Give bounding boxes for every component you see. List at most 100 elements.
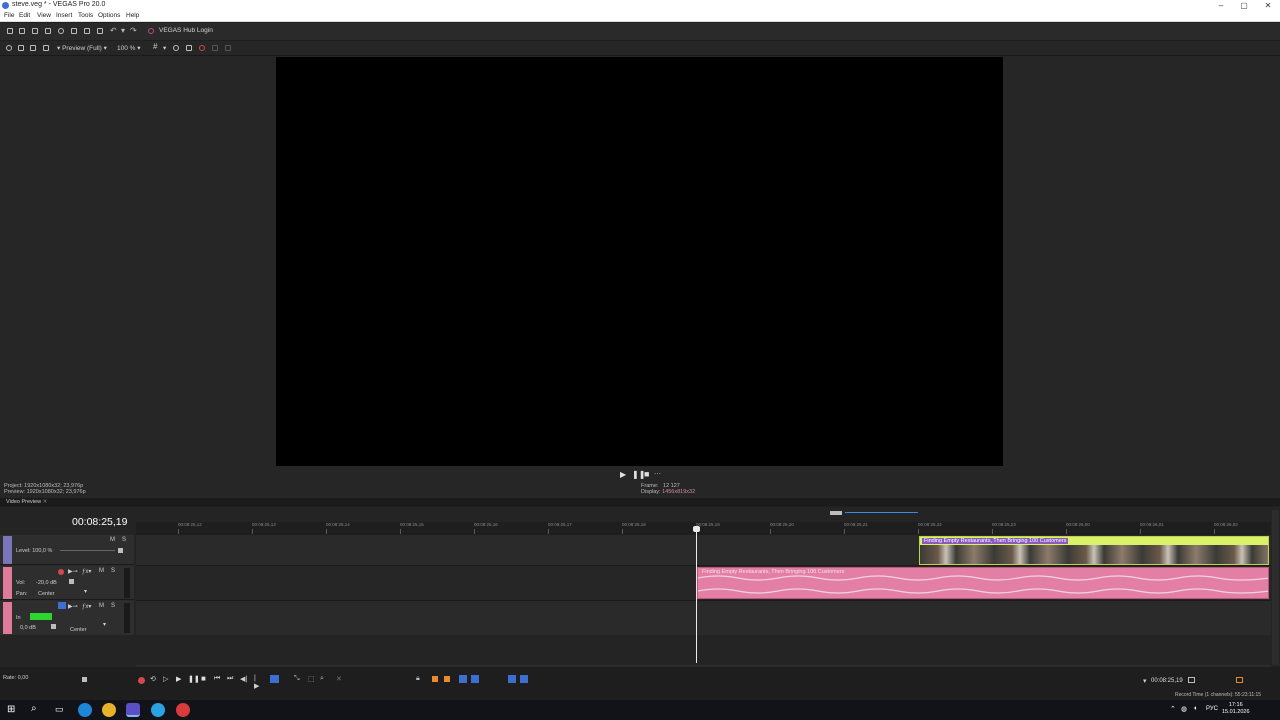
preview-quality-dropdown[interactable]: ▾ Preview (Full) ▾ [57, 44, 107, 52]
zoom-handle[interactable] [830, 511, 842, 515]
telegram-icon[interactable] [151, 703, 165, 717]
audio-track-header[interactable]: ▶⊸ ƒx▾ M S Vol: -20,0 dB Pan: Center ▾ [0, 566, 134, 600]
tab-video-preview[interactable]: Video Preview ✕ [6, 499, 47, 505]
playhead-cursor[interactable] [696, 527, 697, 663]
volume-icon[interactable]: ◖ [1193, 705, 1197, 712]
input-fx-icon[interactable]: ▶⊸ [68, 603, 78, 610]
record-icon[interactable] [199, 45, 205, 51]
trim-icon[interactable] [71, 28, 77, 34]
fx-dropdown-icon[interactable]: ƒx▾ [82, 568, 91, 575]
menu-tools[interactable]: Tools [78, 12, 93, 19]
tray-chevron-icon[interactable]: ⌃ [1170, 705, 1176, 713]
loop-region-bar[interactable] [845, 512, 918, 513]
input-language[interactable]: РУС [1206, 706, 1218, 712]
video-solo-button[interactable]: S [122, 537, 126, 543]
selection-length-icon[interactable] [1188, 677, 1195, 683]
minimize-button[interactable]: – [1209, 0, 1233, 11]
play-button[interactable]: ▶ [176, 675, 181, 683]
windows-start-icon[interactable]: ⊞ [7, 704, 15, 715]
lock-envelopes-icon[interactable] [520, 675, 528, 683]
render-icon[interactable] [45, 28, 51, 34]
video-mute-button[interactable]: M [110, 537, 115, 543]
copy-icon[interactable] [84, 28, 90, 34]
video-preview-settings-icon[interactable] [6, 45, 12, 51]
edge-icon[interactable] [78, 703, 92, 717]
video-fx-icon[interactable] [30, 45, 36, 51]
input-track-header[interactable]: In ▶⊸ ƒx▾ M S 0,0 dB Center ▾ [0, 601, 134, 635]
previous-frame-icon[interactable]: ◀| [240, 675, 247, 683]
input-monitor-icon[interactable] [58, 602, 66, 609]
preview-zoom-dropdown[interactable]: 100 % ▾ [117, 44, 141, 52]
overlays-dropdown-icon[interactable]: ▾ [163, 44, 166, 52]
save-icon[interactable] [32, 28, 38, 34]
save-snapshot-icon[interactable] [186, 45, 192, 51]
input-mute-button[interactable]: M [99, 603, 104, 609]
input-track-lane[interactable] [136, 601, 1271, 635]
redo-icon[interactable]: ▾ [121, 26, 125, 35]
play-from-start-icon[interactable]: ▷ [163, 675, 168, 683]
time-ruler[interactable]: 00:08:25,12 00:08:25,13 00:08:25,14 00:0… [136, 522, 1271, 536]
tab-close-icon[interactable]: ✕ [43, 499, 48, 505]
preview-stop-icon[interactable]: ■ [644, 469, 649, 479]
video-level-slider[interactable] [60, 550, 115, 551]
vegas-hub-login[interactable]: VEGAS Hub Login [159, 27, 213, 34]
envelope-tool-icon[interactable]: ⤡ [294, 675, 300, 683]
split-screen-icon[interactable] [43, 45, 49, 51]
network-icon[interactable]: ◍ [1181, 705, 1187, 713]
video-event-clip[interactable]: Finding Empty Restaurants, Then Bringing… [919, 536, 1269, 565]
zoom-tool-icon[interactable]: ⌕ [320, 675, 324, 683]
input-pan-handle[interactable]: ▾ [103, 621, 106, 628]
undo-icon[interactable]: ↶ [110, 26, 117, 35]
settings-icon[interactable] [58, 28, 64, 34]
video-level-slider-handle[interactable] [118, 548, 123, 553]
next-frame-icon[interactable]: |▶ [254, 675, 259, 690]
input-fx-dropdown-icon[interactable]: ƒx▾ [82, 603, 91, 610]
menu-file[interactable]: File [4, 12, 14, 19]
grid-icon[interactable]: # [153, 42, 157, 51]
delete-icon[interactable]: ✕ [336, 675, 342, 683]
search-icon[interactable]: ⌕ [31, 703, 37, 714]
normal-edit-tool-icon[interactable] [270, 675, 279, 683]
pan-slider-handle[interactable]: ▾ [84, 588, 87, 595]
pause-button[interactable]: ❚❚ [188, 675, 200, 683]
chrome-icon[interactable] [102, 703, 116, 717]
open-icon[interactable] [19, 28, 25, 34]
snapping-icon[interactable] [459, 675, 467, 683]
restore-button[interactable]: ▢ [1232, 0, 1256, 11]
menu-edit[interactable]: Edit [19, 12, 30, 19]
vegas-taskbar-icon[interactable] [126, 703, 140, 717]
auto-crossfade-icon[interactable] [471, 675, 479, 683]
selection-tool-icon[interactable]: ⬚ [308, 675, 315, 683]
audio-mute-button[interactable]: M [99, 568, 104, 574]
go-to-end-icon[interactable]: ⏭ [227, 675, 233, 683]
input-solo-button[interactable]: S [111, 603, 115, 609]
playhead-handle[interactable] [693, 526, 700, 532]
stop-button[interactable]: ■ [201, 674, 206, 683]
auto-ripple-icon[interactable] [508, 675, 516, 683]
vertical-scrollbar[interactable] [1272, 510, 1279, 665]
vol-slider-handle[interactable] [69, 579, 74, 584]
video-track-header[interactable]: Level: 100,0 % M S [0, 535, 134, 565]
preview-play-icon[interactable]: ▶ [620, 470, 626, 479]
taskbar-clock[interactable]: 17:16 15.01.2026 [1222, 702, 1250, 716]
track-fx-icon[interactable]: ▶⊸ [68, 568, 78, 575]
record-path-icon[interactable] [1236, 677, 1243, 683]
region-icon[interactable] [444, 676, 450, 682]
lock-icon[interactable]: 🔒︎ [416, 675, 420, 683]
task-view-icon[interactable]: ▭ [55, 704, 64, 715]
menu-insert[interactable]: Insert [56, 12, 72, 19]
loop-playback-icon[interactable]: ⟲ [150, 675, 156, 683]
menu-help[interactable]: Help [126, 12, 139, 19]
new-project-icon[interactable] [7, 28, 13, 34]
marker-icon[interactable] [432, 676, 438, 682]
rate-slider-handle[interactable] [82, 677, 87, 682]
paste-icon[interactable] [97, 28, 103, 34]
audio-event-clip[interactable]: Finding Empty Restaurants, Then Bringing… [697, 567, 1269, 599]
copy-snapshot-icon[interactable] [173, 45, 179, 51]
audio-solo-button[interactable]: S [111, 568, 115, 574]
recorder-app-icon[interactable] [176, 703, 190, 717]
video-preview-canvas[interactable] [276, 57, 1003, 466]
vegas-hub-icon[interactable] [148, 28, 154, 34]
menu-options[interactable]: Options [98, 12, 120, 19]
go-to-start-icon[interactable]: ⏮ [214, 675, 220, 683]
